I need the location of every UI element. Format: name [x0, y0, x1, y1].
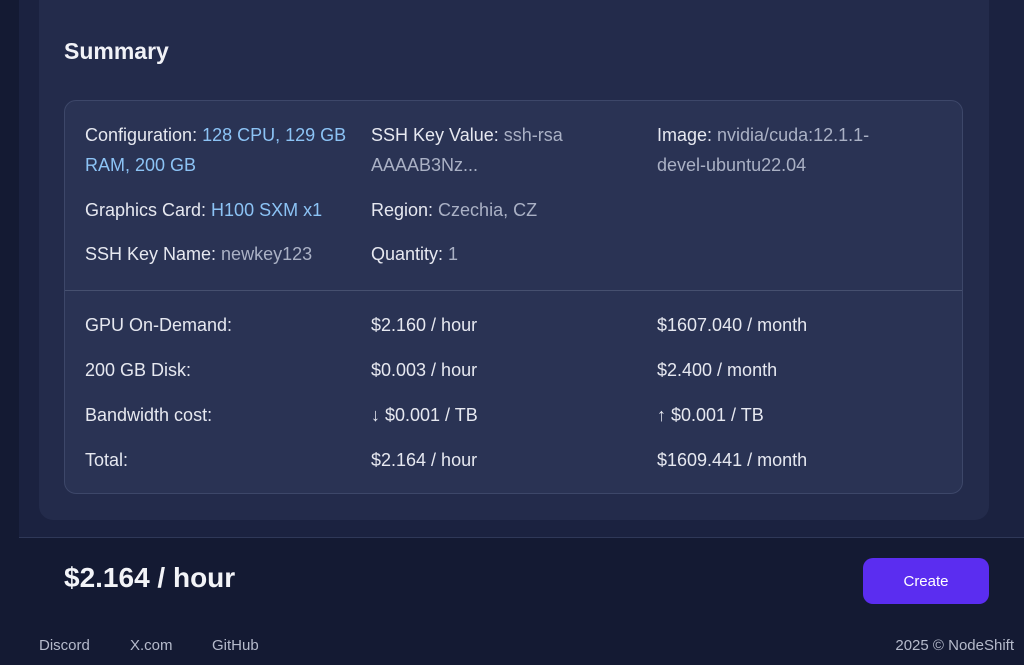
quantity-value: 1	[448, 244, 459, 264]
region-field: Region: Czechia, CZ	[371, 195, 537, 225]
bandwidth-download-cost: ↓ $0.001 / TB	[371, 405, 478, 425]
summary-title: Summary	[64, 38, 169, 64]
region-value: Czechia, CZ	[438, 200, 538, 220]
graphics-card-value: H100 SXM x1	[211, 200, 323, 220]
total-row-label: Total:	[85, 450, 129, 470]
price-row-label: Bandwidth cost:	[85, 405, 213, 425]
price-row-monthly: $1607.040 / month	[657, 315, 808, 335]
summary-divider	[65, 290, 962, 291]
ssh-key-value-field: SSH Key Value: ssh-rsa AAAAB3Nz...	[371, 120, 611, 180]
price-row-label: GPU On-Demand:	[85, 315, 233, 335]
bandwidth-upload-cost: ↑ $0.001 / TB	[657, 405, 764, 425]
create-button[interactable]: Create	[863, 558, 989, 604]
github-link[interactable]: GitHub	[212, 637, 259, 654]
quantity-field: Quantity: 1	[371, 239, 458, 269]
region-label: Region:	[371, 200, 439, 220]
ssh-key-value-label: SSH Key Value:	[371, 125, 504, 145]
image-label: Image:	[657, 125, 718, 145]
quantity-label: Quantity:	[371, 244, 449, 264]
total-row-hourly: $2.164 / hour	[371, 450, 478, 470]
price-row-monthly: $2.400 / month	[657, 360, 778, 380]
ssh-key-name-field: SSH Key Name: newkey123	[85, 239, 312, 269]
total-price-display: $2.164 / hour	[64, 562, 236, 593]
ssh-key-name-label: SSH Key Name:	[85, 244, 222, 264]
configuration-field: Configuration: 128 CPU, 129 GB RAM, 200 …	[85, 120, 375, 180]
price-row-hourly: $0.003 / hour	[371, 360, 478, 380]
price-row-hourly: $2.160 / hour	[371, 315, 478, 335]
x-com-link[interactable]: X.com	[130, 637, 173, 654]
configuration-label: Configuration:	[85, 125, 203, 145]
image-field: Image: nvidia/cuda:12.1.1-devel-ubuntu22…	[657, 120, 907, 180]
total-row-monthly: $1609.441 / month	[657, 450, 808, 470]
graphics-card-field: Graphics Card: H100 SXM x1	[85, 195, 322, 225]
discord-link[interactable]: Discord	[39, 637, 90, 654]
graphics-card-label: Graphics Card:	[85, 200, 212, 220]
footer-divider	[19, 537, 1024, 538]
ssh-key-name-value: newkey123	[221, 244, 313, 264]
price-row-label: 200 GB Disk:	[85, 360, 192, 380]
page: Summary Configuration: 128 CPU, 129 GB R…	[0, 0, 1024, 665]
copyright: 2025 © NodeShift	[895, 637, 1014, 654]
summary-details-box: Configuration: 128 CPU, 129 GB RAM, 200 …	[64, 100, 963, 494]
